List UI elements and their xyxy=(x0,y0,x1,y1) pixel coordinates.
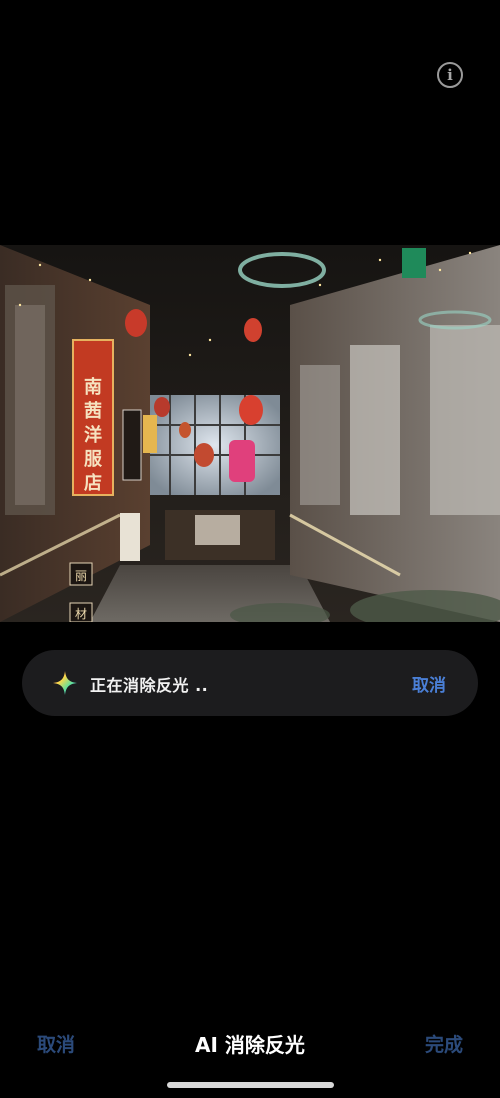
svg-text:南: 南 xyxy=(84,376,102,398)
svg-text:店: 店 xyxy=(84,472,102,494)
photo-preview: 南 茜 洋 服 店 丽 材 xyxy=(0,245,500,622)
status-cancel-button[interactable]: 取消 xyxy=(412,671,446,696)
home-indicator[interactable] xyxy=(167,1082,334,1088)
info-icon[interactable]: i xyxy=(437,62,463,88)
info-glyph: i xyxy=(447,66,453,84)
sparkle-icon xyxy=(53,671,77,695)
bottom-toolbar: 取消 AI 消除反光 完成 xyxy=(0,1020,500,1064)
svg-text:丽: 丽 xyxy=(75,569,87,583)
done-button[interactable]: 完成 xyxy=(425,1030,463,1057)
status-text: 正在消除反光 .. xyxy=(90,676,209,695)
main-sign-text: 南 茜 洋 服 店 xyxy=(84,376,103,494)
svg-text:洋: 洋 xyxy=(84,424,102,446)
processing-status-pill: 正在消除反光 .. 取消 xyxy=(22,650,478,716)
svg-text:材: 材 xyxy=(75,607,87,621)
svg-text:茜: 茜 xyxy=(84,400,102,422)
svg-text:服: 服 xyxy=(84,449,103,470)
